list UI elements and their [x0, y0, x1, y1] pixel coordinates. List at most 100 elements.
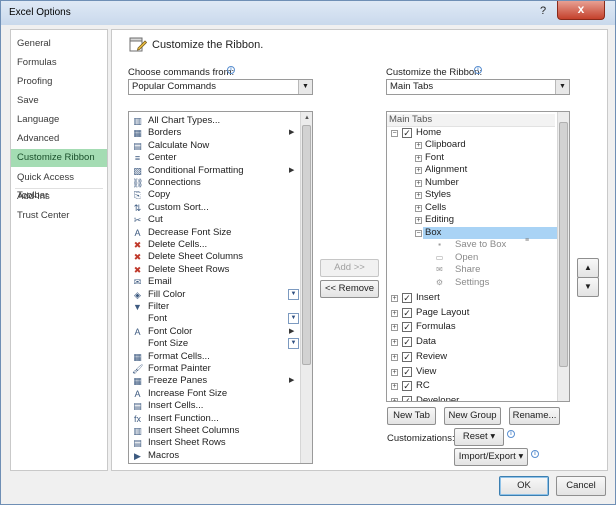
tree-tab-item[interactable]: + ✓ Review	[387, 351, 557, 364]
info-icon[interactable]: i	[227, 66, 235, 74]
tree-command-item[interactable]: ▭ Open	[387, 252, 557, 265]
nav-item-general[interactable]: General	[11, 35, 107, 53]
tab-checkbox[interactable]: ✓	[402, 381, 412, 392]
command-item[interactable]: ✖ Delete Sheet Columns	[129, 251, 299, 263]
command-item[interactable]: ◈ Fill Color ▼	[129, 288, 299, 301]
tree-tab-item[interactable]: + ✓ Developer	[387, 395, 557, 401]
tree-tab-item[interactable]: + ✓ RC	[387, 380, 557, 393]
expand-icon[interactable]: +	[391, 397, 398, 401]
tree-tab-item[interactable]: + ✓ Formulas	[387, 321, 557, 334]
commands-list-scrollbar[interactable]: ▲	[300, 112, 312, 463]
customize-ribbon-dropdown[interactable]: Main Tabs ▼	[386, 79, 570, 95]
info-icon[interactable]: i	[474, 66, 482, 74]
expand-icon[interactable]: +	[415, 204, 422, 212]
tree-command-item[interactable]: ⚙ Settings	[387, 277, 557, 290]
command-item[interactable]: ▥ All Chart Types...	[129, 115, 299, 127]
expand-icon[interactable]: +	[391, 368, 398, 376]
expand-icon[interactable]: +	[415, 154, 422, 162]
tab-checkbox[interactable]: ✓	[402, 307, 412, 318]
expand-icon[interactable]: +	[391, 383, 398, 391]
scroll-up-icon[interactable]: ▲	[301, 112, 313, 124]
rename-button[interactable]: Rename...	[509, 407, 560, 425]
add-button[interactable]: Add >>	[320, 259, 379, 277]
tab-checkbox[interactable]: ✓	[402, 127, 412, 138]
command-item[interactable]: ▤ Calculate Now	[129, 140, 299, 152]
command-item[interactable]: ✖ Delete Sheet Rows	[129, 264, 299, 276]
command-item[interactable]: ⇅ Custom Sort...	[129, 202, 299, 214]
tab-checkbox[interactable]: ✓	[402, 322, 412, 333]
move-down-button[interactable]: ▼	[577, 277, 599, 297]
expand-icon[interactable]: +	[415, 179, 422, 187]
commands-list[interactable]: ▥ All Chart Types... ▦ Borders ▶ ▤ Calculate N…	[128, 111, 313, 464]
command-item[interactable]: ⛓ Connections	[129, 177, 299, 189]
new-tab-button[interactable]: New Tab	[387, 407, 436, 425]
import-export-button[interactable]: Import/Export ▾	[454, 448, 528, 466]
tree-group-item[interactable]: + Cells	[387, 202, 557, 215]
nav-item-quick-access-toolbar[interactable]: Quick Access Toolbar	[11, 169, 107, 201]
command-item[interactable]: A Font Color ▶	[129, 326, 299, 338]
nav-item-trust-center[interactable]: Trust Center	[11, 207, 107, 225]
ribbon-tree[interactable]: Main Tabs − ✓ Home + Clipboard + Font + Alignment…	[386, 111, 570, 402]
tree-tab-item[interactable]: + ✓ Insert	[387, 292, 557, 305]
scroll-thumb[interactable]	[559, 122, 568, 367]
tab-checkbox[interactable]: ✓	[402, 293, 412, 303]
nav-item-advanced[interactable]: Advanced	[11, 130, 107, 148]
command-item[interactable]: ⎘ Copy	[129, 189, 299, 201]
command-item[interactable]: fx Insert Function...	[129, 413, 299, 425]
choose-commands-dropdown[interactable]: Popular Commands ▼	[128, 79, 313, 95]
tree-tab-item[interactable]: − ✓ Home	[387, 127, 557, 140]
command-item[interactable]: ▦ Freeze Panes ▶	[129, 375, 299, 387]
command-item[interactable]: ▤ Insert Cells...	[129, 400, 299, 412]
command-item[interactable]: ▦ Borders ▶	[129, 127, 299, 139]
tree-command-item[interactable]: ✉ Share	[387, 264, 557, 277]
command-item[interactable]: Font ▼	[129, 313, 299, 325]
command-item[interactable]: ▶ Macros	[129, 450, 299, 462]
collapse-icon[interactable]: −	[391, 129, 398, 137]
nav-item-proofing[interactable]: Proofing	[11, 73, 107, 91]
help-button[interactable]: ?	[531, 2, 555, 20]
command-item[interactable]: ▼ Filter	[129, 301, 299, 313]
command-item[interactable]: ▭ Merge & Center	[129, 462, 299, 463]
tree-group-item[interactable]: + Editing	[387, 214, 557, 227]
command-item[interactable]: ≡ Center	[129, 152, 299, 164]
expand-icon[interactable]: +	[415, 142, 422, 149]
ribbon-tree-scrollbar[interactable]	[557, 112, 569, 401]
tab-checkbox[interactable]: ✓	[402, 395, 412, 401]
command-item[interactable]: ▦ Format Cells...	[129, 351, 299, 363]
expand-icon[interactable]: +	[391, 295, 398, 302]
expand-icon[interactable]: +	[391, 339, 398, 347]
tree-group-item[interactable]: + Number	[387, 177, 557, 190]
tree-tab-item[interactable]: + ✓ Page Layout	[387, 307, 557, 320]
command-item[interactable]: A Decrease Font Size	[129, 227, 299, 239]
tree-group-item[interactable]: + Styles	[387, 189, 557, 202]
command-item[interactable]: ▤ Insert Sheet Rows	[129, 437, 299, 449]
command-item[interactable]: 🖌 Format Painter	[129, 363, 299, 375]
command-item[interactable]: ▧ Conditional Formatting ▶	[129, 165, 299, 177]
command-item[interactable]: ✉ Email	[129, 276, 299, 288]
command-item[interactable]: ✖ Delete Cells...	[129, 239, 299, 251]
tab-checkbox[interactable]: ✓	[402, 351, 412, 362]
nav-item-save[interactable]: Save	[11, 92, 107, 110]
expand-icon[interactable]: +	[391, 309, 398, 317]
expand-icon[interactable]: +	[391, 353, 398, 361]
reset-button[interactable]: Reset ▾	[454, 428, 504, 446]
nav-item-formulas[interactable]: Formulas	[11, 54, 107, 72]
expand-icon[interactable]: +	[415, 217, 422, 224]
remove-button[interactable]: << Remove	[320, 280, 379, 298]
tree-tab-item[interactable]: + ✓ View	[387, 366, 557, 379]
expand-icon[interactable]: +	[415, 167, 422, 174]
scroll-thumb[interactable]	[302, 125, 311, 365]
cancel-button[interactable]: Cancel	[556, 476, 606, 496]
tab-checkbox[interactable]: ✓	[402, 366, 412, 377]
command-item[interactable]: A Increase Font Size	[129, 388, 299, 400]
tree-tab-item[interactable]: + ✓ Data	[387, 336, 557, 349]
new-group-button[interactable]: New Group	[444, 407, 501, 425]
tree-group-item[interactable]: + Alignment	[387, 164, 557, 177]
close-button[interactable]: x	[557, 1, 605, 20]
info-icon[interactable]: i	[507, 430, 515, 438]
move-up-button[interactable]: ▲	[577, 258, 599, 278]
nav-item-add-ins[interactable]: Add-Ins	[11, 188, 107, 206]
command-item[interactable]: ▥ Insert Sheet Columns	[129, 425, 299, 437]
command-item[interactable]: ✂ Cut	[129, 214, 299, 226]
tree-command-item[interactable]: ▪ Save to Box	[387, 239, 557, 252]
